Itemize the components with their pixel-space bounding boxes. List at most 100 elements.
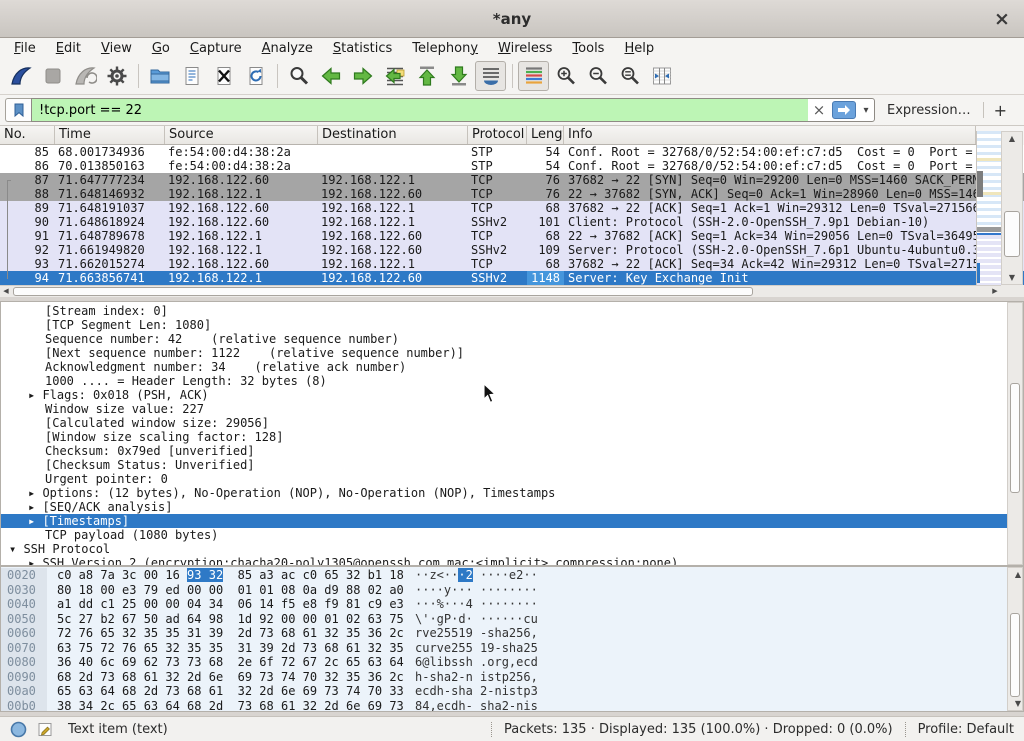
packet-row[interactable]: 87 71.647777234 192.168.122.60 192.168.1… (0, 173, 1024, 187)
detail-tree-item[interactable]: ▸ [SEQ/ACK analysis] (1, 500, 1023, 514)
packet-row[interactable]: 88 71.648146932 192.168.122.1 192.168.12… (0, 187, 1024, 201)
detail-tree-item[interactable]: [Checksum Status: Unverified] (1, 458, 1023, 472)
scroll-left-arrow[interactable]: ◀ (0, 286, 12, 297)
menu-item[interactable]: File (4, 40, 46, 57)
menu-item[interactable]: Edit (46, 40, 91, 57)
hex-row[interactable]: 0020 c0 a8 7a 3c 00 16 93 32 85 a3 ac c0… (1, 568, 1023, 583)
display-filter-input[interactable]: !tcp.port == 22 (32, 99, 808, 121)
packet-row[interactable]: 91 71.648789678 192.168.122.1 192.168.12… (0, 229, 1024, 243)
hex-row[interactable]: 0080 36 40 6c 69 62 73 73 68 2e 6f 72 67… (1, 655, 1023, 670)
profile-status[interactable]: Profile: Default (918, 722, 1014, 737)
detail-tree-item[interactable]: Sequence number: 42 (relative sequence n… (1, 332, 1023, 346)
detail-tree-item[interactable]: ▸ [Timestamps] (1, 514, 1023, 528)
column-header-time[interactable]: Time (55, 126, 165, 144)
detail-tree-item[interactable]: [TCP Segment Len: 1080] (1, 318, 1023, 332)
go-first-button[interactable] (411, 61, 442, 91)
expert-info-icon[interactable] (10, 721, 27, 738)
hex-vscrollbar[interactable]: ▲ ▼ (1007, 567, 1023, 711)
detail-tree-item[interactable]: Urgent pointer: 0 (1, 472, 1023, 486)
column-header-source[interactable]: Source (165, 126, 318, 144)
hex-row[interactable]: 0060 72 76 65 32 35 35 31 39 2d 73 68 61… (1, 626, 1023, 641)
zoom-reset-button[interactable] (614, 61, 645, 91)
open-file-button[interactable] (144, 61, 175, 91)
column-header-protocol[interactable]: Protocol (468, 126, 527, 144)
go-to-packet-button[interactable] (379, 61, 410, 91)
capture-options-button[interactable] (101, 61, 132, 91)
detail-tree-item[interactable]: [Window size scaling factor: 128] (1, 430, 1023, 444)
filter-history-dropdown[interactable]: ▾ (858, 105, 874, 116)
save-file-button[interactable] (176, 61, 207, 91)
resize-columns-button[interactable] (646, 61, 677, 91)
detail-tree-item[interactable]: 1000 .... = Header Length: 32 bytes (8) (1, 374, 1023, 388)
filter-apply-button[interactable] (832, 101, 856, 119)
packet-list-hscrollbar[interactable]: ◀ ▶ (0, 285, 1001, 297)
packet-row[interactable]: 92 71.661949820 192.168.122.1 192.168.12… (0, 243, 1024, 257)
hex-row[interactable]: 0090 68 2d 73 68 61 32 2d 6e 69 73 74 70… (1, 670, 1023, 685)
column-header-destination[interactable]: Destination (318, 126, 468, 144)
hex-row[interactable]: 0030 80 18 00 e3 79 ed 00 00 01 01 08 0a… (1, 583, 1023, 598)
menu-item[interactable]: Go (142, 40, 180, 57)
start-capture-button[interactable] (5, 61, 36, 91)
scroll-down-arrow[interactable]: ▼ (1008, 697, 1024, 710)
packet-list-vscrollbar[interactable]: ▲ ▼ (1001, 131, 1023, 285)
menu-item[interactable]: Statistics (323, 40, 402, 57)
menu-item[interactable]: Capture (180, 40, 252, 57)
scroll-thumb[interactable] (13, 287, 753, 296)
detail-tree-item[interactable]: Checksum: 0x79ed [unverified] (1, 444, 1023, 458)
packet-row[interactable]: 93 71.662015274 192.168.122.60 192.168.1… (0, 257, 1024, 271)
scroll-down-arrow[interactable]: ▼ (1002, 271, 1022, 284)
column-header-info[interactable]: Info (564, 126, 976, 144)
filter-bookmark-button[interactable] (5, 98, 31, 122)
detail-tree-item[interactable]: Acknowledgment number: 34 (relative ack … (1, 360, 1023, 374)
zoom-in-button[interactable] (550, 61, 581, 91)
detail-vscrollbar[interactable] (1007, 302, 1023, 565)
add-filter-button[interactable]: + (984, 101, 1019, 120)
column-header-length[interactable]: Length (527, 126, 564, 144)
packet-minimap[interactable] (976, 131, 1001, 285)
go-back-button[interactable] (315, 61, 346, 91)
hex-row[interactable]: 0040 a1 dd c1 25 00 00 04 34 06 14 f5 e8… (1, 597, 1023, 612)
go-forward-button[interactable] (347, 61, 378, 91)
detail-tree-item[interactable]: ▸ SSH Version 2 (encryption:chacha20-pol… (1, 556, 1023, 566)
menu-item[interactable]: Help (614, 40, 664, 57)
detail-tree-item[interactable]: [Calculated window size: 29056] (1, 416, 1023, 430)
scroll-thumb[interactable] (1010, 383, 1020, 493)
filter-clear-button[interactable]: × (808, 101, 830, 119)
detail-tree-item[interactable]: TCP payload (1080 bytes) (1, 528, 1023, 542)
packet-row[interactable]: 86 70.013850163 fe:54:00:d4:38:2a STP 54… (0, 159, 1024, 173)
go-last-button[interactable] (443, 61, 474, 91)
packet-row[interactable]: 94 71.663856741 192.168.122.1 192.168.12… (0, 271, 1024, 285)
stop-capture-button[interactable] (37, 61, 68, 91)
colorize-toggle[interactable] (518, 61, 549, 91)
scroll-up-arrow[interactable]: ▲ (1008, 568, 1024, 581)
reload-file-button[interactable] (240, 61, 271, 91)
scroll-up-arrow[interactable]: ▲ (1002, 132, 1022, 145)
capture-comment-icon[interactable] (37, 721, 54, 738)
auto-scroll-toggle[interactable] (475, 61, 506, 91)
find-packet-button[interactable] (283, 61, 314, 91)
scroll-thumb[interactable] (1004, 211, 1020, 257)
zoom-out-button[interactable] (582, 61, 613, 91)
detail-tree-item[interactable]: ▸ Options: (12 bytes), No-Operation (NOP… (1, 486, 1023, 500)
packet-row[interactable]: 89 71.648191037 192.168.122.60 192.168.1… (0, 201, 1024, 215)
packet-row[interactable]: 90 71.648618924 192.168.122.60 192.168.1… (0, 215, 1024, 229)
close-file-button[interactable] (208, 61, 239, 91)
detail-tree-item[interactable]: Window size value: 227 (1, 402, 1023, 416)
restart-capture-button[interactable] (69, 61, 100, 91)
detail-tree-item[interactable]: [Next sequence number: 1122 (relative se… (1, 346, 1023, 360)
hex-row[interactable]: 00a0 65 63 64 68 2d 73 68 61 32 2d 6e 69… (1, 684, 1023, 699)
column-header-no[interactable]: No. (0, 126, 55, 144)
hex-row[interactable]: 00b0 38 34 2c 65 63 64 68 2d 73 68 61 32… (1, 699, 1023, 713)
close-window-button[interactable]: × (988, 5, 1016, 33)
menu-item[interactable]: View (91, 40, 142, 57)
detail-tree-item[interactable]: ▸ Flags: 0x018 (PSH, ACK) (1, 388, 1023, 402)
menu-item[interactable]: Analyze (252, 40, 323, 57)
scroll-right-arrow[interactable]: ▶ (989, 286, 1001, 297)
scroll-thumb[interactable] (1010, 613, 1020, 697)
menu-item[interactable]: Tools (562, 40, 614, 57)
expression-button[interactable]: Expression… (875, 103, 983, 118)
menu-item[interactable]: Telephony (402, 40, 488, 57)
detail-tree-item[interactable]: ▾ SSH Protocol (1, 542, 1023, 556)
menu-item[interactable]: Wireless (488, 40, 562, 57)
hex-row[interactable]: 0050 5c 27 b2 67 50 ad 64 98 1d 92 00 00… (1, 612, 1023, 627)
